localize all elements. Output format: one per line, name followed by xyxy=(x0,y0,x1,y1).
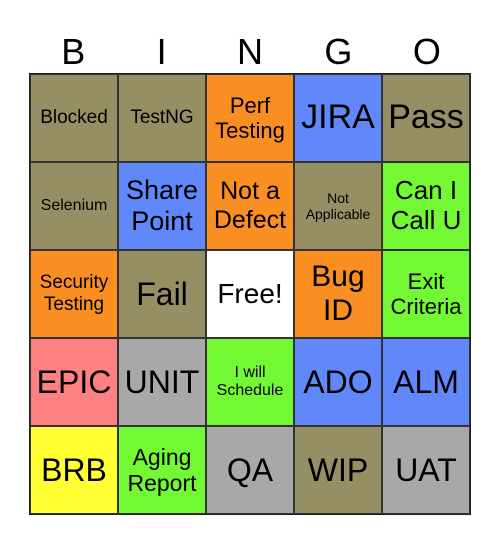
cell-text: Not Applicable xyxy=(305,189,371,222)
header-letter: I xyxy=(156,31,167,72)
cell-text: Aging Report xyxy=(127,443,197,496)
cell-text: WIP xyxy=(307,451,369,488)
bingo-cell[interactable]: Exit Criteria xyxy=(382,250,470,338)
cell-text: Perf Testing xyxy=(215,92,285,143)
cell-text: UNIT xyxy=(124,363,200,400)
bingo-cell[interactable]: TestNG xyxy=(118,74,206,162)
cell-text: Share Point xyxy=(125,174,199,236)
cell-text: BRB xyxy=(41,451,107,488)
bingo-cell[interactable]: QA xyxy=(206,426,294,514)
header-letter: B xyxy=(61,31,86,72)
header-letter: O xyxy=(412,31,441,72)
cell-text: Blocked xyxy=(40,107,108,129)
bingo-cell[interactable]: Selenium xyxy=(30,162,118,250)
bingo-cell[interactable]: Security Testing xyxy=(30,250,118,338)
bingo-cell[interactable]: Can I Call U xyxy=(382,162,470,250)
bingo-cell[interactable]: WIP xyxy=(294,426,382,514)
bingo-cell[interactable]: JIRA xyxy=(294,74,382,162)
header-letter: N xyxy=(237,31,264,72)
bingo-cell[interactable]: I will Schedule xyxy=(206,338,294,426)
bingo-cell[interactable]: Perf Testing xyxy=(206,74,294,162)
bingo-cell[interactable]: Share Point xyxy=(118,162,206,250)
bingo-cell[interactable]: Not a Defect xyxy=(206,162,294,250)
cell-text: JIRA xyxy=(301,98,375,137)
bingo-cell[interactable]: Fail xyxy=(118,250,206,338)
cell-text: Free! xyxy=(217,277,283,309)
header-letter: G xyxy=(324,31,353,72)
cell-text: Exit Criteria xyxy=(390,268,462,319)
cell-text: ALM xyxy=(393,363,459,400)
cell-text: EPIC xyxy=(36,363,112,400)
bingo-header: B I N G O xyxy=(29,30,471,74)
cell-text: TestNG xyxy=(130,107,194,129)
cell-text: QA xyxy=(226,451,274,488)
cell-text: Can I Call U xyxy=(390,175,462,235)
cell-text: I will Schedule xyxy=(216,363,284,399)
bingo-cell[interactable]: EPIC xyxy=(30,338,118,426)
cell-text: Not a Defect xyxy=(213,177,287,234)
bingo-cell[interactable]: Bug ID xyxy=(294,250,382,338)
bingo-cell[interactable]: Pass xyxy=(382,74,470,162)
cell-text: Bug ID xyxy=(311,259,365,328)
bingo-cell[interactable]: Blocked xyxy=(30,74,118,162)
bingo-cell[interactable]: Not Applicable xyxy=(294,162,382,250)
cell-text: Fail xyxy=(136,275,188,312)
cell-text: ADO xyxy=(303,363,373,400)
cell-text: Pass xyxy=(388,98,464,137)
bingo-cell[interactable]: UNIT xyxy=(118,338,206,426)
cell-text: UAT xyxy=(395,451,457,488)
bingo-cell[interactable]: UAT xyxy=(382,426,470,514)
cell-text: Security Testing xyxy=(39,272,109,315)
bingo-cell[interactable]: ALM xyxy=(382,338,470,426)
cell-text: Selenium xyxy=(40,196,108,214)
bingo-cell[interactable]: Aging Report xyxy=(118,426,206,514)
bingo-card: Blocked TestNG Perf Testing JIRA Pass Seleniu… xyxy=(29,73,471,515)
bingo-cell[interactable]: Free! xyxy=(206,250,294,338)
bingo-cell[interactable]: BRB xyxy=(30,426,118,514)
bingo-cell[interactable]: ADO xyxy=(294,338,382,426)
